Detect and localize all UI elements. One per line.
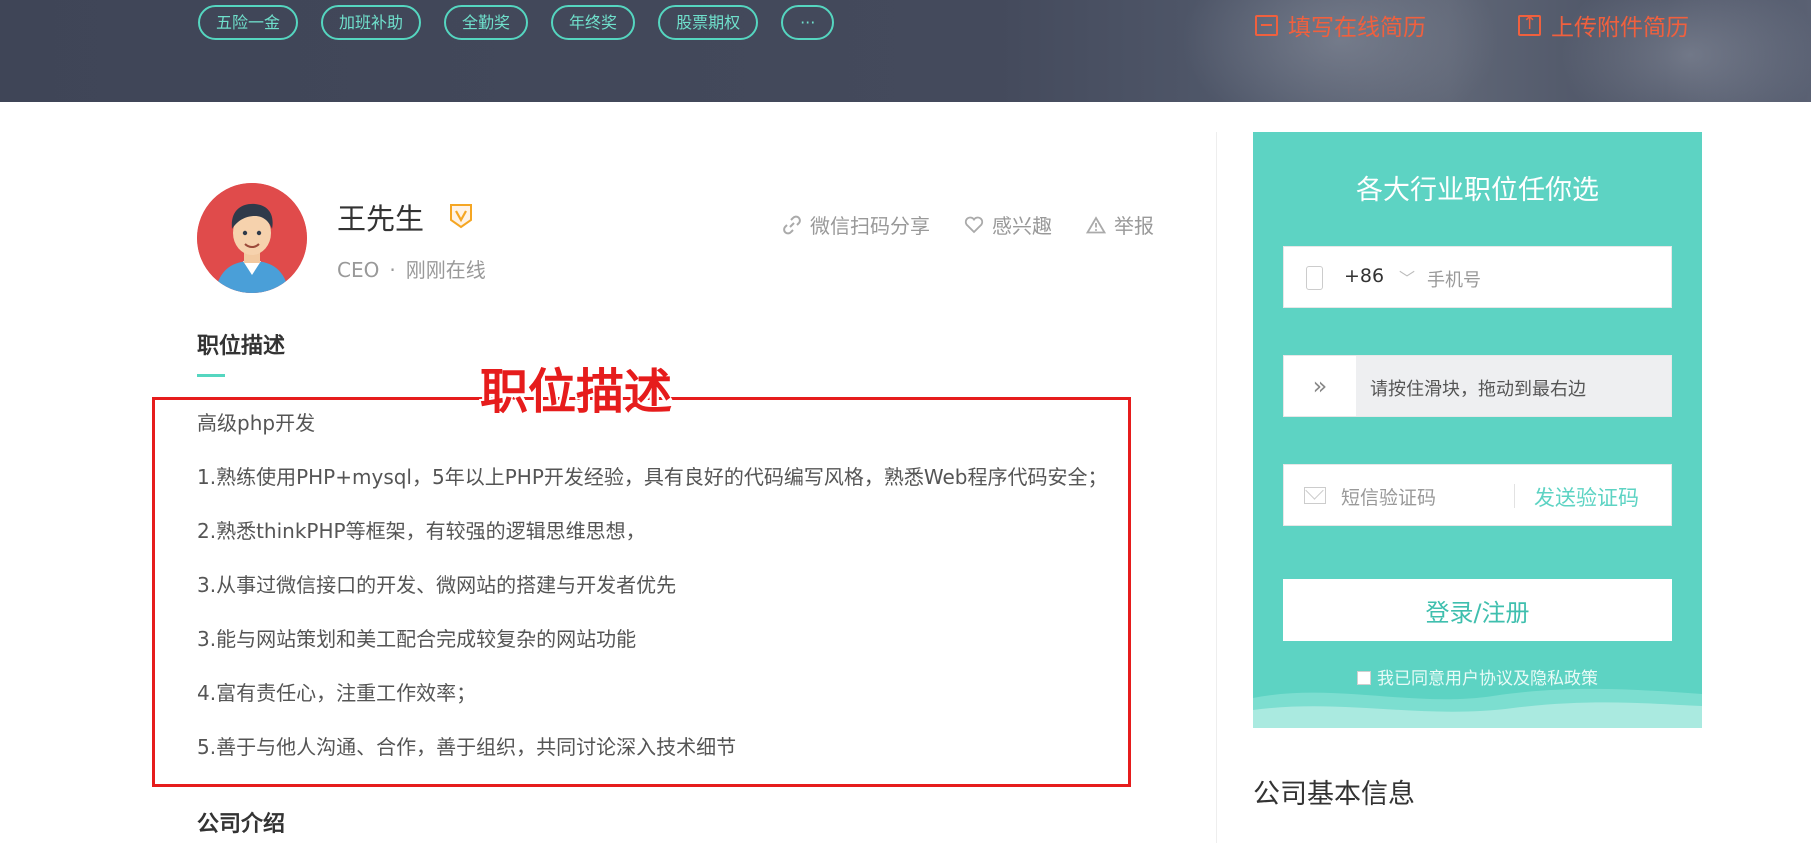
benefit-tag: 年终奖 <box>551 5 636 40</box>
phone-input[interactable]: 手机号 <box>1427 266 1481 292</box>
company-basic-info-heading: 公司基本信息 <box>1253 779 1415 810</box>
chevron-down-icon[interactable]: ﹀ <box>1399 265 1415 289</box>
phone-field[interactable]: +86 ﹀ 手机号 <box>1283 246 1672 308</box>
sms-code-field[interactable]: 短信验证码 发送验证码 <box>1283 464 1672 526</box>
recruiter-avatar[interactable] <box>197 183 307 293</box>
meta-separator: · <box>389 258 396 282</box>
share-button[interactable]: 微信扫码分享 <box>782 210 930 239</box>
heart-icon <box>964 216 984 233</box>
jd-line: 4.富有责任心，注重工作效率； <box>197 681 477 705</box>
sms-code-input[interactable]: 短信验证码 <box>1341 483 1436 510</box>
login-card-title: 各大行业职位任你选 <box>1356 175 1599 206</box>
send-code-button[interactable]: 发送验证码 <box>1534 482 1639 512</box>
job-actions: 微信扫码分享 感兴趣 举报 <box>782 210 1154 239</box>
benefit-tags: 五险一金 加班补助 全勤奖 年终奖 股票期权 ··· <box>198 5 835 40</box>
slider-hint: 请按住滑块，拖动到最右边 <box>1370 379 1586 400</box>
upload-resume-link[interactable]: 上传附件简历 <box>1518 8 1689 42</box>
report-button[interactable]: 举报 <box>1086 210 1154 239</box>
recruiter-name: 王先生 <box>337 202 425 236</box>
slider-handle[interactable]: » <box>1284 356 1356 416</box>
report-label: 举报 <box>1114 214 1154 238</box>
wave-decoration <box>1253 688 1702 728</box>
interest-label: 感兴趣 <box>992 214 1052 238</box>
jd-line: 高级php开发 <box>197 411 316 435</box>
jd-line: 2.熟悉thinkPHP等框架，有较强的逻辑思维思想， <box>197 519 646 543</box>
jd-line: 3.能与网站策划和美工配合完成较复杂的网站功能 <box>197 627 637 651</box>
form-icon <box>1255 14 1278 36</box>
upload-resume-label: 上传附件简历 <box>1551 15 1689 41</box>
link-icon <box>783 215 801 234</box>
benefit-tag: 加班补助 <box>321 5 422 40</box>
jd-line: 1.熟练使用PHP+mysql，5年以上PHP开发经验，具有良好的代码编写风格，… <box>197 465 1108 489</box>
heading-underline <box>197 374 225 377</box>
login-register-button[interactable]: 登录/注册 <box>1283 579 1672 641</box>
benefit-tag: 股票期权 <box>658 5 759 40</box>
jd-line: 3.从事过微信接口的开发、微网站的搭建与开发者优先 <box>197 573 677 597</box>
column-divider <box>1216 132 1217 843</box>
country-code-select[interactable]: +86 <box>1344 265 1384 287</box>
slider-captcha: » 请按住滑块，拖动到最右边 <box>1283 355 1672 417</box>
more-tags-button[interactable]: ··· <box>781 5 835 40</box>
recruiter-title: CEO <box>337 258 380 282</box>
share-label: 微信扫码分享 <box>810 214 930 238</box>
interest-button[interactable]: 感兴趣 <box>964 210 1052 239</box>
phone-icon <box>1306 266 1323 290</box>
upload-icon <box>1518 13 1541 36</box>
fill-online-resume-label: 填写在线简历 <box>1288 15 1426 41</box>
jd-line: 5.善于与他人沟通、合作，善于组织，共同讨论深入技术细节 <box>197 735 737 759</box>
company-intro-heading: 公司介绍 <box>197 812 286 837</box>
job-header-banner: 五险一金 加班补助 全勤奖 年终奖 股票期权 ··· 填写在线简历 上传附件简历 <box>0 0 1811 102</box>
job-description-heading: 职位描述 <box>197 334 286 359</box>
online-status: 刚刚在线 <box>405 258 486 282</box>
fill-online-resume-link[interactable]: 填写在线简历 <box>1255 8 1426 42</box>
job-description-text: 高级php开发 1.熟练使用PHP+mysql，5年以上PHP开发经验，具有良好… <box>197 408 1137 786</box>
field-divider <box>1514 484 1515 508</box>
warning-icon <box>1086 215 1106 233</box>
mail-icon <box>1304 487 1326 504</box>
benefit-tag: 全勤奖 <box>444 5 529 40</box>
login-card: 各大行业职位任你选 +86 ﹀ 手机号 » 请按住滑块，拖动到最右边 短信验证码… <box>1253 132 1702 728</box>
verified-v-icon <box>450 204 472 229</box>
benefit-tag: 五险一金 <box>198 5 299 40</box>
recruiter-meta: CEO · 刚刚在线 <box>337 254 486 283</box>
